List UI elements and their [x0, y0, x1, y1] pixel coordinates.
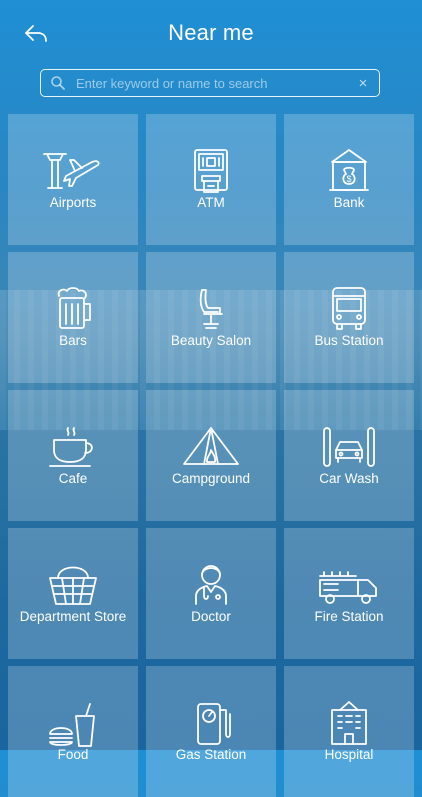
- coffee-cup-icon: [49, 427, 93, 467]
- category-department-store[interactable]: Department Store: [8, 528, 138, 659]
- category-car-wash[interactable]: Car Wash: [284, 390, 414, 521]
- category-label: Doctor: [191, 609, 231, 624]
- search-input[interactable]: [76, 75, 351, 91]
- tent-icon: [183, 427, 239, 465]
- category-doctor[interactable]: Doctor: [146, 528, 276, 659]
- category-label: Bus Station: [314, 333, 384, 348]
- category-label: Bars: [59, 333, 87, 348]
- bus-icon: [332, 287, 366, 330]
- category-label: Gas Station: [175, 747, 247, 762]
- category-label: ATM: [197, 195, 225, 210]
- category-airports[interactable]: Airports: [8, 114, 138, 245]
- category-label: Food: [57, 747, 89, 762]
- category-bank[interactable]: $ Bank: [284, 114, 414, 245]
- beer-mug-icon: [57, 287, 91, 329]
- hospital-icon: [331, 701, 367, 745]
- category-label: Cafe: [58, 471, 88, 486]
- atm-icon: [194, 149, 228, 193]
- category-cafe[interactable]: Cafe: [8, 390, 138, 521]
- car-wash-icon: [323, 427, 375, 467]
- bank-icon: $: [329, 149, 369, 191]
- category-label: Car Wash: [319, 471, 379, 486]
- category-label: Airports: [49, 195, 97, 210]
- category-gas-station[interactable]: Gas Station: [146, 666, 276, 797]
- category-label: Department Store: [19, 609, 127, 624]
- category-beauty-salon[interactable]: Beauty Salon: [146, 252, 276, 383]
- basket-icon: [49, 566, 97, 605]
- food-icon: [49, 703, 95, 747]
- category-campground[interactable]: Campground: [146, 390, 276, 521]
- category-hospital[interactable]: Hospital: [284, 666, 414, 797]
- category-fire-station[interactable]: Fire Station: [284, 528, 414, 659]
- doctor-icon: [195, 565, 227, 605]
- svg-text:$: $: [346, 174, 351, 184]
- category-label: Campground: [171, 471, 251, 486]
- search-bar: ×: [40, 69, 380, 97]
- salon-chair-icon: [199, 289, 223, 329]
- airport-icon: [43, 153, 100, 189]
- category-food[interactable]: Food: [8, 666, 138, 797]
- category-bars[interactable]: Bars: [8, 252, 138, 383]
- fire-truck-icon: [319, 571, 377, 604]
- category-bus-station[interactable]: Bus Station: [284, 252, 414, 383]
- category-grid: Airports ATM $ Bank Bars Beauty Salon Bu…: [8, 114, 414, 797]
- gas-pump-icon: [197, 703, 231, 745]
- category-atm[interactable]: ATM: [146, 114, 276, 245]
- page-title: Near me: [168, 20, 254, 45]
- search-icon: [51, 76, 65, 90]
- clear-search-button[interactable]: ×: [351, 75, 375, 92]
- category-label: Bank: [333, 195, 365, 210]
- category-label: Fire Station: [314, 609, 384, 624]
- category-label: Beauty Salon: [170, 333, 252, 348]
- header: Near me: [0, 0, 422, 64]
- category-label: Hospital: [324, 747, 374, 762]
